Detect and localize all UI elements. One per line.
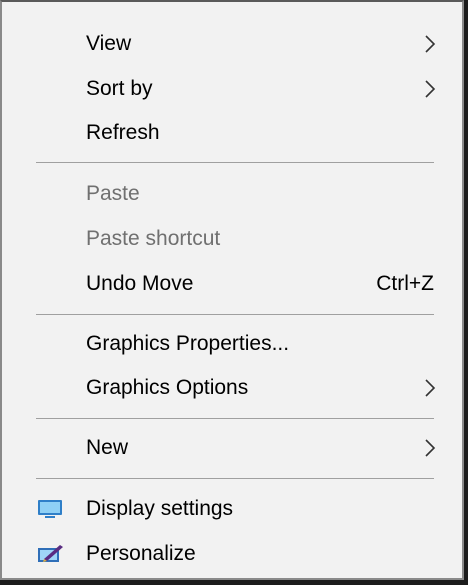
menu-item-label: Display settings <box>86 497 234 520</box>
chevron-right-icon <box>425 379 436 397</box>
menu-item-graphics-properties[interactable]: Graphics Properties... <box>2 322 462 366</box>
menu-item-label: Undo Move <box>86 272 194 295</box>
menu-separator <box>36 162 434 163</box>
menu-item-view[interactable]: View <box>2 22 462 66</box>
menu-item-paste-shortcut[interactable]: Paste shortcut <box>2 217 462 261</box>
menu-item-label: Graphics Properties... <box>86 332 290 355</box>
menu-item-undo-move[interactable]: Undo Move Ctrl+Z <box>2 262 462 306</box>
menu-separator <box>36 478 434 479</box>
menu-separator <box>36 418 434 419</box>
menu-item-sort-by[interactable]: Sort by <box>2 67 462 111</box>
menu-item-refresh[interactable]: Refresh <box>2 111 462 155</box>
menu-item-label: Paste shortcut <box>86 227 221 250</box>
menu-item-label: Sort by <box>86 77 153 100</box>
display-settings-icon <box>38 500 62 518</box>
menu-item-personalize[interactable]: Personalize <box>2 532 462 576</box>
chevron-right-icon <box>425 80 436 98</box>
menu-item-label: New <box>86 436 129 459</box>
menu-separator <box>36 314 434 315</box>
menu-item-label: Refresh <box>86 121 160 144</box>
menu-item-label: View <box>86 32 132 55</box>
menu-item-graphics-options[interactable]: Graphics Options <box>2 366 462 410</box>
chevron-right-icon <box>425 439 436 457</box>
shortcut-text: Ctrl+Z <box>376 272 434 295</box>
menu-item-new[interactable]: New <box>2 426 462 470</box>
menu-item-paste[interactable]: Paste <box>2 172 462 216</box>
desktop-context-menu: View Sort by Refresh Paste Paste shortcu… <box>0 0 464 580</box>
menu-item-label: Graphics Options <box>86 376 249 399</box>
menu-item-display-settings[interactable]: Display settings <box>2 487 462 531</box>
menu-item-label: Personalize <box>86 542 196 565</box>
menu-item-label: Paste <box>86 182 140 205</box>
chevron-right-icon <box>425 35 436 53</box>
personalize-icon <box>38 545 63 562</box>
